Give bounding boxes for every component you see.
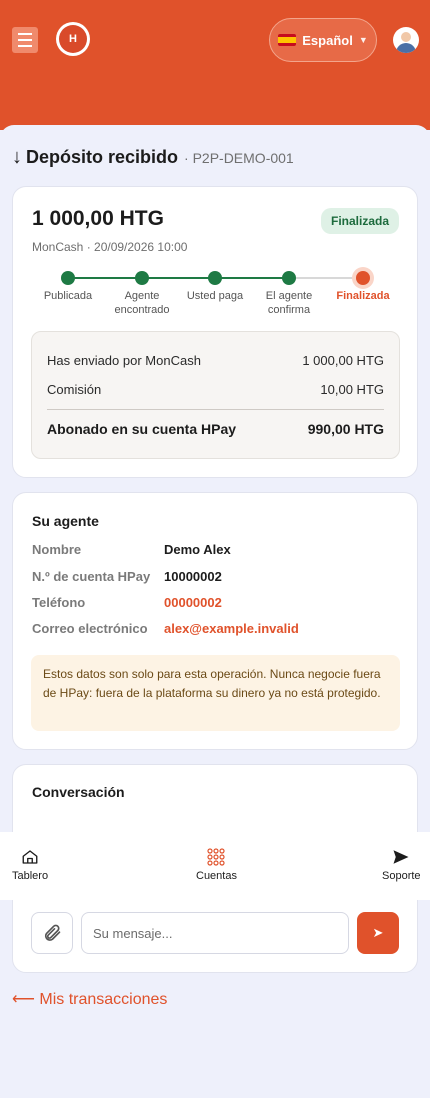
status-badge: Finalizada — [320, 208, 399, 234]
nav-dashboard[interactable]: Tablero — [12, 848, 48, 882]
hamburger-menu-icon[interactable] — [12, 27, 38, 53]
field-label: N.º de cuenta HPay — [32, 569, 151, 584]
section-title: Conversación — [32, 784, 125, 800]
chevron-down-icon: ▼ — [358, 35, 368, 45]
field-label: Nombre — [32, 542, 82, 557]
summary-label: Comisión — [47, 382, 102, 397]
summary-value: 10,00 HTG — [320, 382, 384, 397]
summary-value: 990,00 HTG — [307, 421, 384, 437]
step-dot-published — [61, 271, 75, 285]
agent-card: Su agente Nombre Demo Alex N.º de cuenta… — [12, 492, 418, 750]
nav-accounts[interactable]: Cuentas — [196, 848, 237, 882]
language-label: Español — [302, 32, 353, 48]
spain-flag-icon — [278, 34, 297, 46]
logo-mark: H — [59, 25, 87, 53]
avatar[interactable] — [393, 27, 419, 53]
field-label: Teléfono — [32, 595, 86, 610]
agent-phone-link[interactable]: 00000002 — [164, 595, 222, 610]
progress-stepper: Publicada Agente encontrado Usted paga E… — [13, 269, 419, 319]
top-bar: H Español ▼ — [0, 0, 430, 130]
summary-row-credited: Abonado en su cuenta HPay 990,00 HTG — [47, 421, 384, 437]
safety-warning: Estos datos son solo para esta operación… — [31, 655, 400, 731]
transaction-amount: 1 000,00 HTG — [32, 207, 164, 230]
bottom-navigation: Tablero Cuentas Soporte — [0, 832, 430, 900]
summary-divider — [47, 409, 384, 410]
attach-button[interactable] — [31, 912, 73, 954]
nav-support[interactable]: Soporte — [382, 848, 421, 882]
summary-row-fee: Comisión 10,00 HTG — [47, 382, 384, 397]
amount-summary: Has enviado por MonCash 1 000,00 HTG Com… — [31, 331, 400, 459]
arrow-down-icon: ↓ — [12, 146, 22, 168]
stepper-line-done — [68, 277, 289, 279]
step-dot-you-pay — [208, 271, 222, 285]
field-label: Correo electrónico — [32, 621, 148, 636]
summary-label: Abonado en su cuenta HPay — [47, 421, 237, 437]
grid-icon — [207, 848, 226, 866]
send-icon: ➤ — [372, 925, 384, 940]
paper-plane-icon — [393, 850, 409, 864]
agent-account-row: N.º de cuenta HPay 10000002 — [32, 569, 222, 584]
nav-label: Cuentas — [196, 870, 237, 882]
step-label: Publicada — [43, 290, 93, 302]
summary-label: Has enviado por MonCash — [47, 353, 201, 368]
agent-name-row: Nombre Demo Alex — [32, 542, 231, 557]
step-label: El agente confirma — [265, 290, 313, 316]
transaction-meta: MonCash · 20/09/2026 10:00 — [32, 240, 188, 254]
home-icon — [22, 850, 38, 864]
agent-name: Demo Alex — [164, 542, 231, 557]
section-title: Su agente — [32, 513, 99, 529]
nav-label: Tablero — [12, 870, 49, 882]
paperclip-icon — [44, 924, 61, 941]
step-label: Agente encontrado — [114, 290, 170, 316]
step-dot-agent-found — [135, 271, 149, 285]
step-label: Finalizada — [336, 290, 390, 302]
summary-value: 1 000,00 HTG — [302, 353, 384, 368]
agent-email-link[interactable]: alex@example.invalid — [164, 621, 299, 636]
language-selector[interactable]: Español ▼ — [269, 18, 377, 62]
stepper-line-pending — [289, 277, 363, 279]
step-label: Usted paga — [186, 290, 244, 302]
nav-label: Soporte — [382, 870, 421, 882]
send-button[interactable]: ➤ — [357, 912, 399, 954]
page-title-text: Depósito recibido — [26, 147, 179, 167]
step-dot-finished — [356, 271, 370, 285]
step-dot-agent-confirms — [282, 271, 296, 285]
back-to-transactions-link[interactable]: ⟵ Mis transacciones — [12, 989, 167, 1009]
page-title: ↓ Depósito recibido · P2P-DEMO-001 — [12, 146, 294, 169]
transaction-reference: · P2P-DEMO-001 — [184, 150, 294, 166]
agent-account: 10000002 — [164, 569, 222, 584]
app-logo[interactable]: H — [56, 22, 90, 56]
transaction-card: 1 000,00 HTG Finalizada MonCash · 20/09/… — [12, 186, 418, 478]
message-composer: ➤ — [0, 912, 430, 954]
agent-email-row: Correo electrónico alex@example.invalid — [32, 621, 299, 636]
agent-phone-row: Teléfono 00000002 — [32, 595, 222, 610]
message-input[interactable] — [81, 912, 349, 954]
summary-row-sent: Has enviado por MonCash 1 000,00 HTG — [47, 353, 384, 368]
